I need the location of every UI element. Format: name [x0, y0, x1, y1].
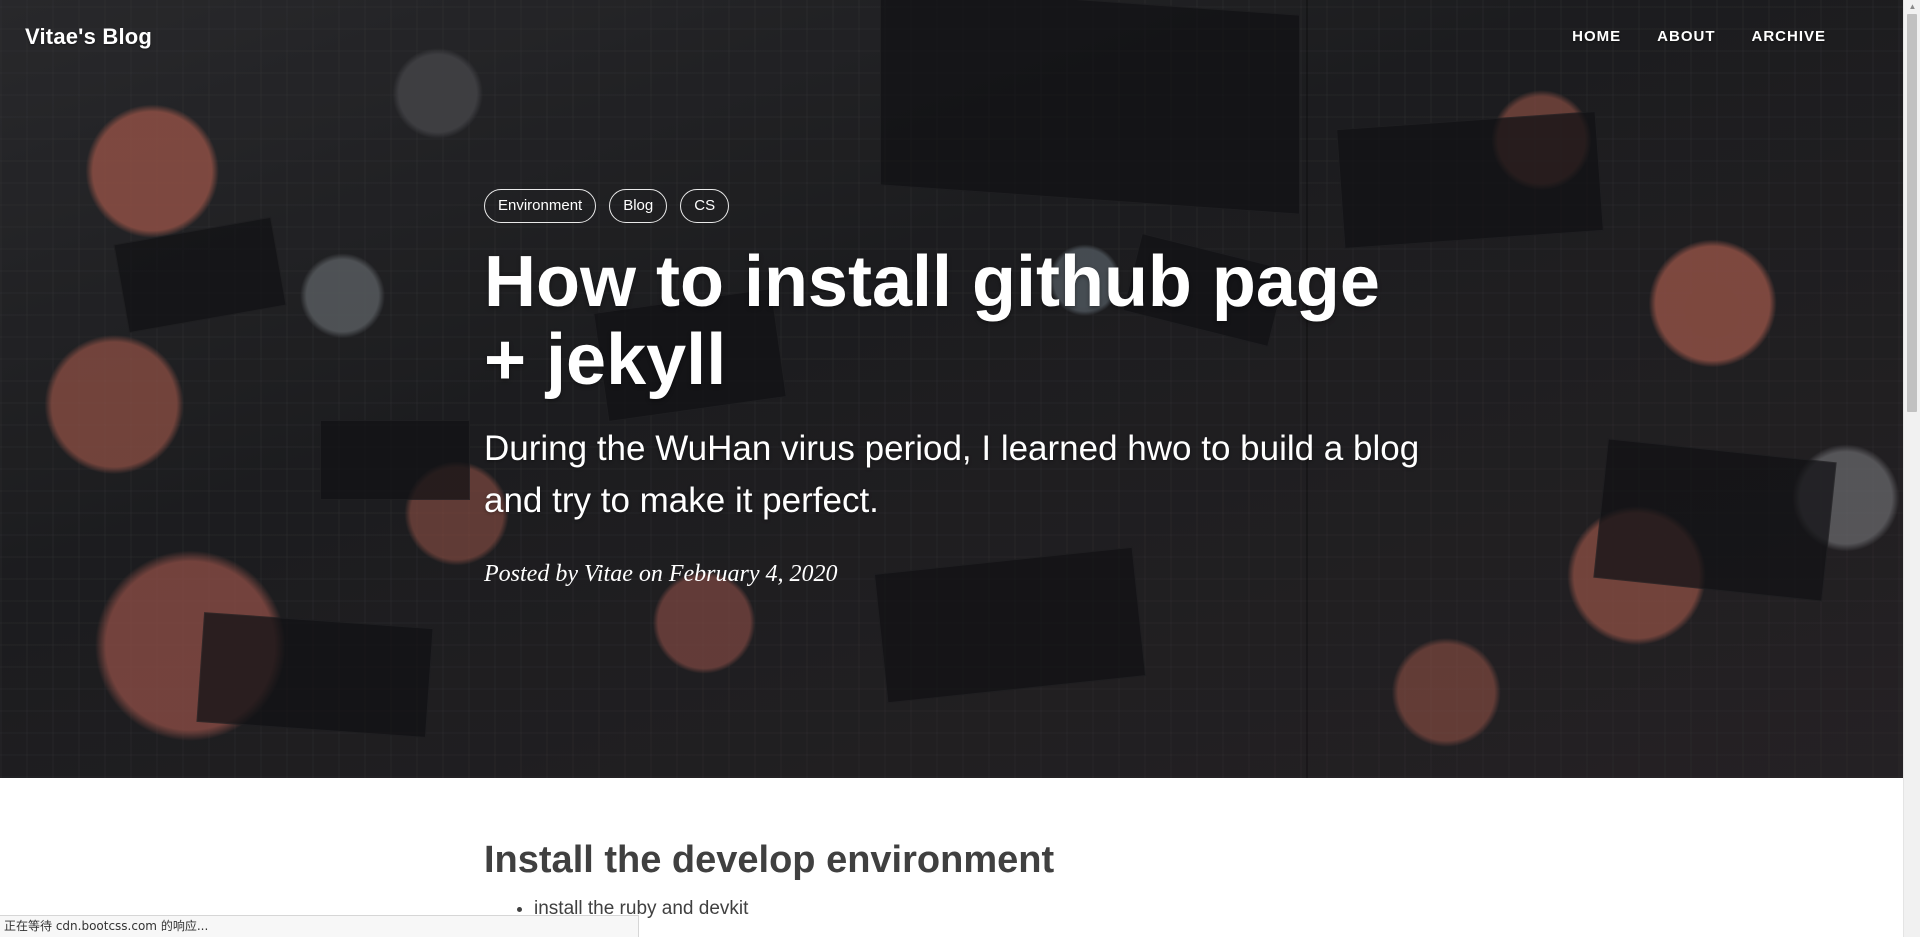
nav-link-archive[interactable]: ARCHIVE	[1751, 28, 1826, 45]
scroll-up-icon[interactable]: ▲	[1904, 0, 1920, 14]
post-header-hero: Vitae's Blog HOME ABOUT ARCHIVE Environm…	[0, 0, 1903, 778]
tag-blog[interactable]: Blog	[609, 189, 668, 223]
vertical-scrollbar[interactable]: ▲	[1903, 0, 1920, 937]
nav-link-about[interactable]: ABOUT	[1657, 28, 1715, 45]
site-brand-link[interactable]: Vitae's Blog	[25, 24, 152, 50]
post-heading: Environment Blog CS How to install githu…	[484, 189, 1424, 588]
tag-environment[interactable]: Environment	[484, 189, 597, 223]
main-nav: HOME ABOUT ARCHIVE	[1572, 28, 1826, 45]
nav-link-home[interactable]: HOME	[1572, 28, 1621, 45]
browser-viewport: Vitae's Blog HOME ABOUT ARCHIVE Environm…	[0, 0, 1920, 937]
post-title: How to install github page + jekyll	[484, 242, 1380, 400]
browser-status-bar: 正在等待 cdn.bootcss.com 的响应...	[0, 915, 639, 937]
post-content: Install the develop environment install …	[484, 836, 1424, 924]
list-item: install the ruby and devkit	[534, 894, 1424, 924]
scrollbar-thumb[interactable]	[1907, 14, 1917, 412]
tag-cs[interactable]: CS	[680, 189, 730, 223]
post-tags: Environment Blog CS	[484, 189, 1424, 223]
post-subtitle: During the WuHan virus period, I learned…	[484, 429, 1420, 520]
post-meta: Posted by Vitae on February 4, 2020	[484, 561, 838, 587]
section-heading: Install the develop environment	[484, 839, 1055, 881]
